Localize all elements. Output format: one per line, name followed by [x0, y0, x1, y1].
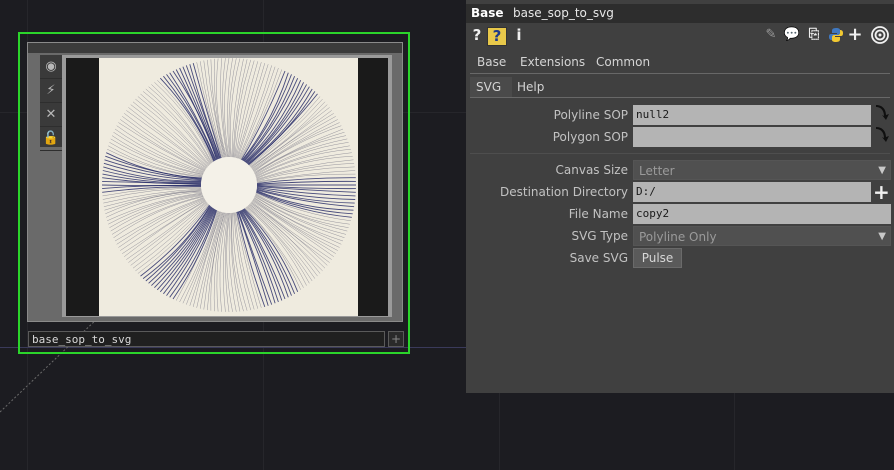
operator-help-icon[interactable]: ? — [487, 27, 507, 46]
operator-link-icon[interactable] — [874, 104, 892, 126]
python-icon[interactable] — [828, 27, 844, 43]
base-sop-to-svg-node[interactable]: ◉ ⚡ ✕ 🔓 base_sop_to_svg + — [18, 32, 410, 354]
destination-directory-label: Destination Directory — [500, 185, 628, 199]
target-icon[interactable] — [871, 26, 889, 44]
file-name-field[interactable]: copy2 — [633, 204, 891, 224]
canvas-size-label: Canvas Size — [555, 163, 629, 177]
node-viewer[interactable] — [66, 57, 388, 316]
edit-icon[interactable]: ✎ — [763, 24, 779, 46]
tab-svg[interactable]: SVG — [476, 80, 501, 94]
polygon-sop-field[interactable] — [633, 127, 871, 147]
tab-help[interactable]: Help — [517, 80, 544, 94]
bypass-icon[interactable]: ✕ — [40, 103, 62, 127]
browse-add-icon[interactable]: + — [873, 181, 890, 203]
lock-icon[interactable]: 🔓 — [40, 127, 62, 151]
wire-icon[interactable]: ⚡ — [40, 79, 62, 103]
node-toolbar: ◉ ⚡ ✕ 🔓 — [40, 55, 62, 151]
viewer-image — [99, 57, 358, 316]
save-svg-pulse-button[interactable]: Pulse — [633, 248, 682, 268]
tab-extensions[interactable]: Extensions — [520, 55, 585, 69]
canvas-size-dropdown[interactable]: Letter ▼ — [633, 160, 891, 180]
operator-name-field[interactable]: base_sop_to_svg — [513, 6, 614, 20]
clone-icon[interactable]: ⎘ — [806, 24, 822, 46]
operator-type-label: Base — [471, 6, 504, 20]
canvas-size-value: Letter — [639, 164, 675, 178]
polyline-sop-field[interactable]: null2 — [633, 105, 871, 125]
operator-link-icon[interactable] — [874, 126, 892, 148]
info-icon[interactable]: i — [514, 24, 524, 46]
tabs-divider — [470, 73, 890, 74]
add-icon[interactable]: + — [847, 24, 863, 46]
chevron-down-icon: ▼ — [878, 165, 886, 176]
parameter-panel: Base base_sop_to_svg ? ? i ✎ 💬 ⎘ + Base … — [466, 0, 894, 393]
save-svg-label: Save SVG — [569, 251, 628, 265]
subtabs-divider — [470, 97, 890, 98]
panel-title-bar: Base base_sop_to_svg — [466, 4, 894, 23]
tab-common[interactable]: Common — [596, 55, 650, 69]
node-viewer-frame — [62, 55, 392, 317]
line-art-image — [101, 57, 356, 313]
polygon-sop-label: Polygon SOP — [552, 130, 628, 144]
destination-directory-field[interactable]: D:/ — [633, 182, 871, 202]
node-header-bar — [28, 43, 402, 53]
node-add-icon[interactable]: + — [388, 331, 404, 347]
tab-base[interactable]: Base — [477, 55, 506, 69]
panel-icon-row: ? ? i ✎ 💬 ⎘ + — [466, 24, 894, 46]
node-body[interactable]: ◉ ⚡ ✕ 🔓 — [27, 42, 403, 322]
svg-type-dropdown[interactable]: Polyline Only ▼ — [633, 226, 891, 246]
chevron-down-icon: ▼ — [878, 231, 886, 242]
node-name-label[interactable]: base_sop_to_svg — [28, 331, 385, 347]
viewer-icon[interactable]: ◉ — [40, 55, 62, 79]
param-divider — [470, 153, 890, 154]
polyline-sop-label: Polyline SOP — [553, 108, 628, 122]
svg-type-label: SVG Type — [571, 229, 628, 243]
svg-type-value: Polyline Only — [639, 230, 717, 244]
help-icon[interactable]: ? — [470, 24, 484, 46]
file-name-label: File Name — [568, 207, 628, 221]
comment-icon[interactable]: 💬 — [783, 24, 801, 46]
